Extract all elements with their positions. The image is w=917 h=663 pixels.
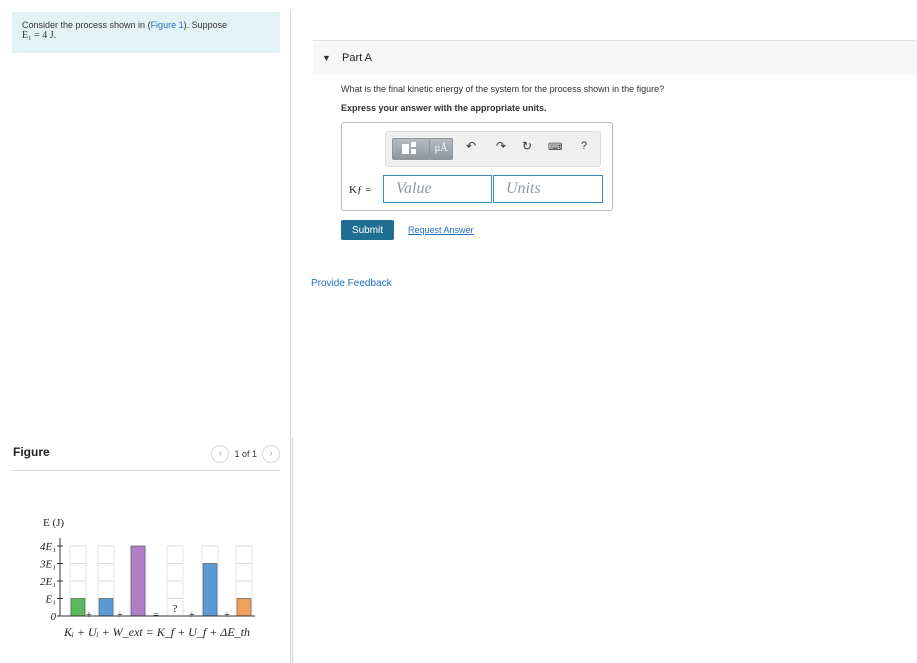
answer-box: µÅ ↶ ↷ ↻ ⌨ ? Kƒ = Value Units xyxy=(341,122,613,211)
y-tick-label: 2E₁ xyxy=(40,576,56,588)
right-panel: ▼ Part A What is the final kinetic energ… xyxy=(291,0,917,663)
caret-down-icon[interactable]: ▼ xyxy=(322,53,331,63)
units-icon[interactable]: µÅ xyxy=(429,138,453,160)
energy-bar xyxy=(130,545,146,617)
problem-math: E₁ = 4 J. xyxy=(22,30,57,41)
energy-bar xyxy=(236,598,252,617)
y-tick-label: 4E₁ xyxy=(40,541,56,553)
request-answer-link[interactable]: Request Answer xyxy=(408,225,474,235)
figure-header: Figure ‹ 1 of 1 › xyxy=(12,438,280,471)
left-panel: Consider the process shown in (Figure 1)… xyxy=(0,0,290,663)
operator-sign: + xyxy=(117,610,123,621)
chevron-right-icon[interactable]: › xyxy=(262,445,280,463)
submit-button[interactable]: Submit xyxy=(341,220,394,240)
y-tick-label: E₁ xyxy=(44,594,56,606)
figure-pager: ‹ 1 of 1 › xyxy=(211,445,280,463)
undo-icon[interactable]: ↶ xyxy=(466,140,476,152)
redo-icon[interactable]: ↷ xyxy=(496,140,506,152)
keyboard-icon[interactable]: ⌨ xyxy=(548,142,562,154)
instruction-text: Express your answer with the appropriate… xyxy=(341,103,547,113)
energy-bar xyxy=(70,598,86,617)
problem-statement: Consider the process shown in (Figure 1)… xyxy=(12,12,280,53)
unknown-bar-label: ? xyxy=(173,603,178,615)
operator-sign: + xyxy=(189,610,195,621)
chart-svg: E (J) 4E₁ 3E₁ 2E₁ E₁ 0? + + = + + Kᵢ + Uᵢ + W_ext =… xyxy=(39,517,255,639)
units-input[interactable]: Units xyxy=(493,175,603,203)
value-input[interactable]: Value xyxy=(383,175,492,203)
operator-sign: = xyxy=(153,610,159,621)
operator-sign: + xyxy=(86,610,92,621)
energy-bar-chart: E (J) 4E₁ 3E₁ 2E₁ E₁ 0? + + = + + Kᵢ + Uᵢ + W_ext =… xyxy=(28,510,268,650)
kf-label: Kƒ = xyxy=(349,184,372,196)
provide-feedback-link[interactable]: Provide Feedback xyxy=(311,278,392,289)
reset-icon[interactable]: ↻ xyxy=(522,140,532,152)
y-tick-label: 0 xyxy=(51,611,57,623)
templates-glyph xyxy=(402,142,416,154)
part-title: Part A xyxy=(342,52,372,64)
problem-text-prefix: Consider the process shown in ( xyxy=(22,20,151,30)
figure-title: Figure xyxy=(13,445,50,459)
energy-equation: Kᵢ + Uᵢ + W_ext = K_f + U_f + ΔE_th xyxy=(63,625,250,639)
math-toolbar: µÅ ↶ ↷ ↻ ⌨ ? xyxy=(385,131,601,167)
energy-bar xyxy=(98,598,114,617)
problem-text-suffix: ). Suppose xyxy=(183,20,228,30)
help-icon[interactable]: ? xyxy=(581,140,587,152)
part-header[interactable]: ▼ Part A xyxy=(313,40,917,75)
chevron-left-icon[interactable]: ‹ xyxy=(211,445,230,463)
question-text: What is the final kinetic energy of the … xyxy=(341,84,665,94)
figure-link[interactable]: Figure 1 xyxy=(151,20,184,30)
operator-sign: + xyxy=(224,610,230,621)
energy-bar xyxy=(202,563,218,617)
y-tick-label: 3E₁ xyxy=(39,559,56,571)
pager-text: 1 of 1 xyxy=(234,449,257,459)
y-axis-label: E (J) xyxy=(43,517,64,529)
templates-icon[interactable] xyxy=(392,138,430,160)
